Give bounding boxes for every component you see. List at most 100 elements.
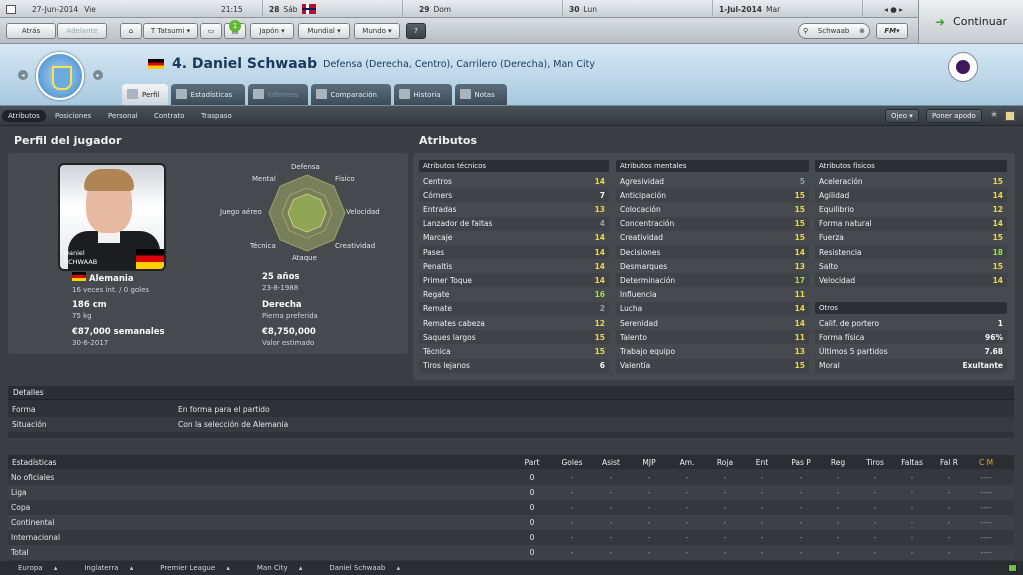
wage-info[interactable]: €87,000 semanales 30-6-2017	[72, 327, 165, 349]
attribute-row[interactable]: Entradas 13	[419, 202, 609, 216]
stats-column-header[interactable]: C M	[966, 455, 1006, 469]
breadcrumb-club[interactable]: Man City ▴	[248, 564, 302, 572]
attribute-row[interactable]: Lucha 14	[616, 301, 809, 316]
stats-column-header[interactable]: Asist	[591, 455, 631, 469]
clear-icon[interactable]: ⊗	[859, 27, 865, 35]
search-input[interactable]: ⚲ Schwaab ⊗	[798, 23, 870, 39]
stats-column-header[interactable]: Ent	[742, 455, 782, 469]
attribute-row[interactable]: Desmarques 13	[616, 259, 809, 273]
tab-history[interactable]: Historia	[393, 84, 452, 105]
attribute-row[interactable]: Anticipación 15	[616, 188, 809, 203]
attribute-row[interactable]: Colocación 15	[616, 202, 809, 216]
help-button[interactable]: ?	[406, 23, 426, 39]
day-sat[interactable]: 28 Sáb	[263, 0, 403, 18]
attribute-row[interactable]: Determinación 17	[616, 273, 809, 288]
stats-column-header[interactable]: Pas P	[781, 455, 821, 469]
breadcrumb-player[interactable]: Daniel Schwaab ▴	[320, 564, 400, 572]
note-icon[interactable]	[1005, 111, 1015, 121]
continue-button[interactable]: ➜ Continuar	[918, 0, 1023, 44]
attribute-row[interactable]: Regate 16	[419, 288, 609, 302]
tab-notes[interactable]: Notas	[454, 84, 507, 105]
subnav-contract[interactable]: Contrato	[148, 110, 191, 122]
japan-menu[interactable]: Japón ▾	[250, 23, 294, 39]
attribute-row[interactable]: Velocidad 14	[815, 273, 1007, 288]
tab-stats[interactable]: Estadísticas	[170, 84, 245, 105]
prev-player-icon[interactable]: ◂	[18, 70, 28, 80]
attribute-row[interactable]: Técnica 15	[419, 344, 609, 358]
breadcrumb-europe[interactable]: Europa ▴	[9, 564, 57, 572]
tab-profile[interactable]: Perfil	[122, 84, 168, 105]
next-arrow-icon[interactable]: ▸	[899, 5, 903, 14]
attribute-row[interactable]: Forma natural 14	[815, 216, 1007, 231]
subnav-attributes[interactable]: Atributos	[2, 110, 46, 122]
attribute-row[interactable]: Decisiones 14	[616, 245, 809, 259]
stats-row[interactable]: Continental 0- - - - - - - - - - - ----	[8, 515, 1014, 530]
attribute-row[interactable]: Valentía 15	[616, 358, 809, 373]
attribute-row[interactable]: Resistencia 18	[815, 245, 1007, 259]
dot-icon[interactable]: ●	[890, 5, 897, 14]
premier-league-icon[interactable]	[948, 52, 978, 82]
attribute-row[interactable]: Moral Exultante	[815, 358, 1007, 373]
stats-column-header[interactable]: MJP	[629, 455, 669, 469]
attribute-row[interactable]: Córners 7	[419, 188, 609, 203]
attribute-row[interactable]: Penaltis 14	[419, 259, 609, 273]
star-icon[interactable]: ★	[990, 110, 998, 120]
attribute-row[interactable]: Influencia 11	[616, 288, 809, 302]
attribute-row[interactable]: Agilidad 14	[815, 188, 1007, 203]
attribute-row[interactable]: Agresividad 5	[616, 174, 809, 188]
tab-comparison[interactable]: Comparación	[310, 84, 391, 105]
attribute-row[interactable]: Trabajo equipo 13	[616, 344, 809, 358]
subnav-positions[interactable]: Posiciones	[49, 110, 97, 122]
stats-column-header[interactable]: Fal R	[929, 455, 969, 469]
attribute-row[interactable]: Serenidad 14	[616, 316, 809, 330]
attribute-row[interactable]: Talento 11	[616, 330, 809, 345]
tab-reports[interactable]: Informes	[247, 84, 308, 105]
day-sun[interactable]: 29 Dom	[413, 0, 563, 18]
club-crest-icon[interactable]	[36, 52, 84, 100]
attribute-row[interactable]: Remates cabeza 12	[419, 316, 609, 330]
attribute-row[interactable]: Fuerza 15	[815, 231, 1007, 245]
stats-row[interactable]: Internacional 0- - - - - - - - - - - ----	[8, 530, 1014, 545]
world-menu[interactable]: Mundo ▾	[354, 23, 400, 39]
attribute-row[interactable]: Pases 14	[419, 245, 609, 259]
attribute-row[interactable]: Lanzador de faltas 4	[419, 216, 609, 231]
stats-column-header[interactable]: Faltas	[892, 455, 932, 469]
attribute-row[interactable]: Forma física 96%	[815, 330, 1007, 345]
day-tue[interactable]: 1-Jul-2014 Mar	[713, 0, 863, 18]
forward-button[interactable]: Adelante	[57, 23, 107, 39]
stats-column-header[interactable]: Reg	[818, 455, 858, 469]
stats-column-header[interactable]: Am.	[667, 455, 707, 469]
subnav-personal[interactable]: Personal	[102, 110, 144, 122]
stats-row[interactable]: No oficiales 0- - - - - - - - - - - ----	[8, 470, 1014, 485]
attribute-row[interactable]: Concentración 15	[616, 216, 809, 231]
attribute-row[interactable]: Remate 2	[419, 301, 609, 316]
attribute-row[interactable]: Centros 14	[419, 174, 609, 188]
attribute-row[interactable]: Creatividad 15	[616, 231, 809, 245]
stats-row[interactable]: Copa 0- - - - - - - - - - - ----	[8, 500, 1014, 515]
next-player-icon[interactable]: ▸	[93, 70, 103, 80]
attribute-row[interactable]: Primer Toque 14	[419, 273, 609, 288]
attribute-row[interactable]: Últimos 5 partidos 7.68	[815, 344, 1007, 358]
attribute-row[interactable]: Marcaje 14	[419, 231, 609, 245]
attribute-row[interactable]: Saques largos 15	[419, 330, 609, 345]
status-icon[interactable]	[1008, 564, 1017, 572]
stats-column-header[interactable]: Tiros	[855, 455, 895, 469]
attribute-row[interactable]: Calif. de portero 1	[815, 316, 1007, 330]
stats-column-header[interactable]: Roja	[705, 455, 745, 469]
prev-arrow-icon[interactable]: ◂	[884, 5, 888, 14]
home-icon[interactable]: ⌂	[120, 23, 142, 39]
stats-column-header[interactable]: Part	[512, 455, 552, 469]
subnav-transfer[interactable]: Traspaso	[195, 110, 238, 122]
fm-menu-button[interactable]: FM ▾	[876, 23, 908, 39]
attribute-row[interactable]: Aceleración 15	[815, 174, 1007, 188]
manager-menu[interactable]: T Tatsumi ▾	[143, 23, 198, 39]
attribute-row[interactable]: Salto 15	[815, 259, 1007, 273]
breadcrumb-league[interactable]: Premier League ▴	[151, 564, 230, 572]
current-date[interactable]: 27-Jun-2014 Vie 21:15	[0, 0, 263, 18]
stats-row[interactable]: Total 0- - - - - - - - - - - ----	[8, 545, 1014, 560]
scout-button[interactable]: Ojeo ▾	[885, 109, 919, 123]
stats-row[interactable]: Liga 0- - - - - - - - - - - ----	[8, 485, 1014, 500]
day-mon[interactable]: 30 Lun	[563, 0, 713, 18]
stats-column-header[interactable]: Goles	[552, 455, 592, 469]
attribute-row[interactable]: Tiros lejanos 6	[419, 358, 609, 373]
